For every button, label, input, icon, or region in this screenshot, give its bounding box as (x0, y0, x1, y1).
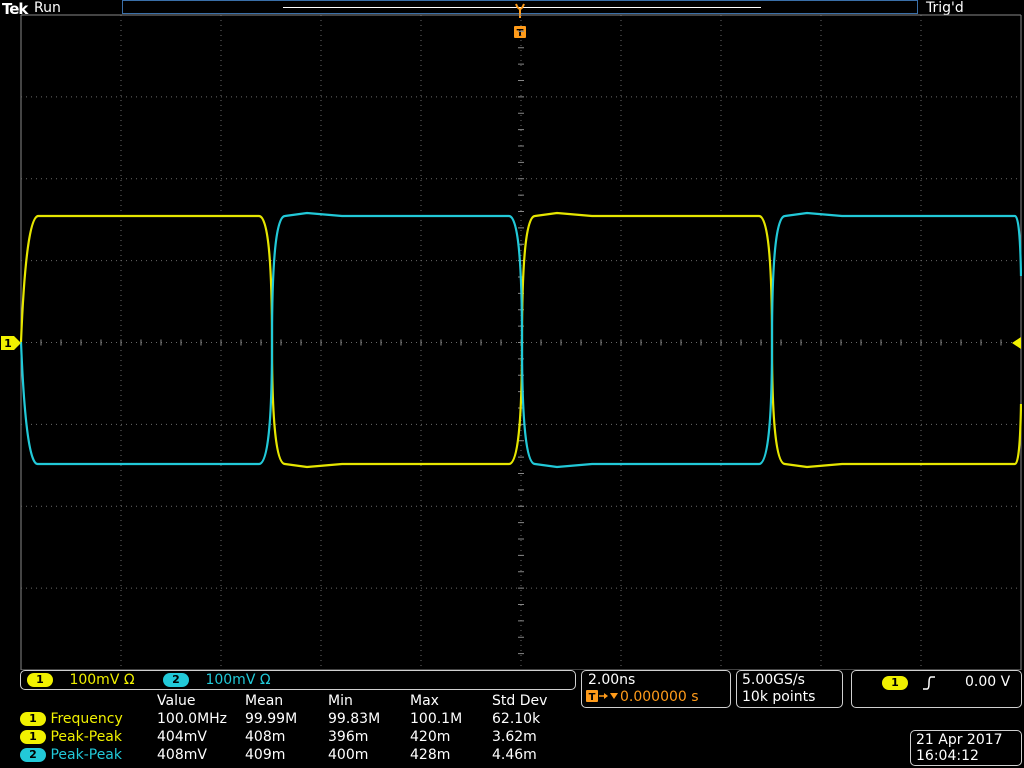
trigger-readout[interactable]: 1 0.00 V (851, 670, 1022, 708)
channel-readout-bar[interactable]: 1 100mV Ω 2 100mV Ω (20, 670, 576, 690)
horizontal-delay: T 0.000000 s (586, 689, 699, 705)
measurement-row[interactable]: 2 Peak-Peak 408mV 409m 400m 428m 4.46m (20, 746, 582, 764)
time: 16:04:12 (916, 748, 979, 764)
trigger-level-marker[interactable] (1010, 336, 1022, 350)
trigger-source: 1 (882, 675, 908, 691)
delay-arrow-icon: T (586, 690, 618, 703)
date: 21 Apr 2017 (916, 732, 1003, 748)
measurement-table: Value Mean Min Max Std Dev 1 Frequency 1… (20, 692, 582, 764)
channel-2-readout[interactable]: 2 100mV Ω (163, 672, 271, 688)
acquisition-readout[interactable]: 5.00GS/s 10k points (736, 670, 843, 708)
timebase-readout[interactable]: 2.00ns T 0.000000 s (581, 670, 731, 708)
measurement-header-row: Value Mean Min Max Std Dev (20, 692, 582, 710)
col-header-mean: Mean (245, 693, 284, 709)
svg-text:T: T (589, 692, 596, 703)
col-header-min: Min (328, 693, 353, 709)
measurement-row[interactable]: 1 Frequency 100.0MHz 99.99M 99.83M 100.1… (20, 710, 582, 728)
horizontal-scale: 2.00ns (588, 672, 636, 688)
record-length: 10k points (742, 689, 816, 705)
channel-1-readout[interactable]: 1 100mV Ω (27, 672, 135, 688)
col-header-value: Value (157, 693, 196, 709)
col-header-stddev: Std Dev (492, 693, 548, 709)
measurement-row[interactable]: 1 Peak-Peak 404mV 408m 396m 420m 3.62m (20, 728, 582, 746)
channel-marker-label: 1 (4, 337, 12, 350)
channel-2-waveform (20, 211, 1022, 469)
datetime-readout: 21 Apr 2017 16:04:12 (910, 730, 1022, 766)
waveform-graticule (20, 14, 1022, 670)
sample-rate: 5.00GS/s (742, 672, 805, 688)
trigger-level: 0.00 V (965, 674, 1011, 690)
rising-edge-icon (923, 676, 935, 690)
channel-1-ground-marker[interactable]: 1 (0, 335, 22, 351)
col-header-max: Max (410, 693, 439, 709)
